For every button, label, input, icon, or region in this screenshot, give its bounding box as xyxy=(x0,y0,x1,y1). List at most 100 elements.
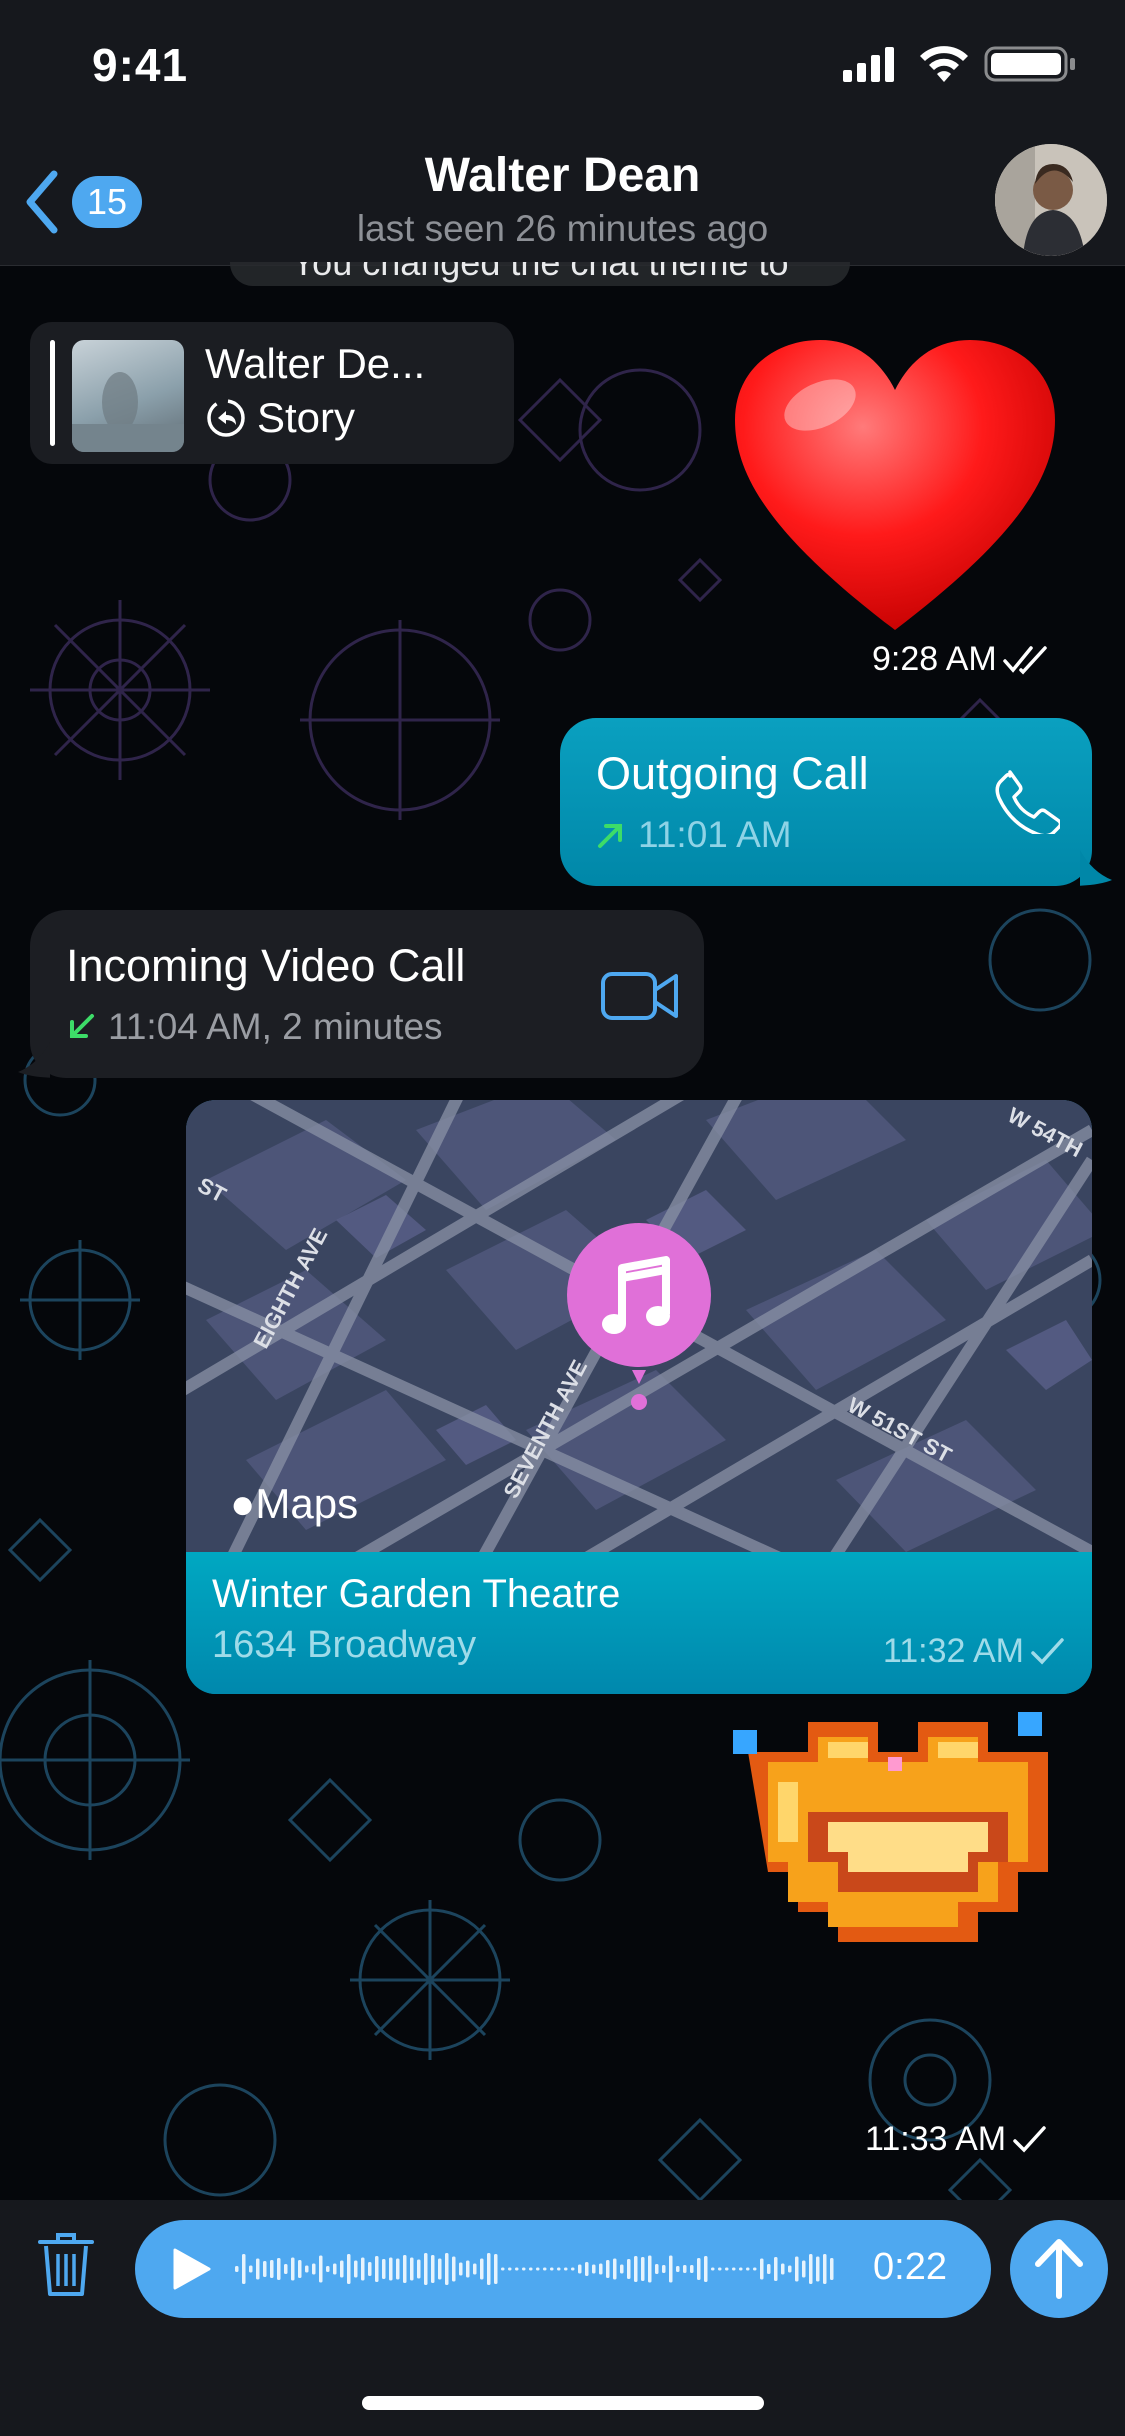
maps-brand-text: Maps xyxy=(255,1480,359,1527)
send-button[interactable] xyxy=(1010,2220,1108,2318)
location-info: Winter Garden Theatre 1634 Broadway 11:3… xyxy=(186,1552,1092,1694)
waveform-bar xyxy=(830,2258,834,2280)
waveform-bar xyxy=(697,2258,701,2280)
waveform-bar xyxy=(312,2263,316,2275)
waveform-bar xyxy=(641,2257,645,2281)
waveform-bar xyxy=(277,2258,281,2280)
waveform-bar xyxy=(473,2263,477,2275)
waveform-bar xyxy=(578,2264,582,2274)
waveform-bar xyxy=(480,2258,484,2280)
home-indicator xyxy=(362,2396,764,2410)
cellular-signal-icon xyxy=(843,47,894,82)
video-camera-icon[interactable] xyxy=(600,968,680,1024)
heart-timestamp: 9:28 AM xyxy=(872,640,1051,679)
service-message-text: You changed the chat theme to xyxy=(230,262,850,286)
chat-header: 15 Walter Dean last seen 26 minutes ago xyxy=(0,130,1125,266)
waveform-bar xyxy=(711,2267,715,2271)
outgoing-call-title: Outgoing Call xyxy=(596,748,869,799)
incoming-video-call-bubble[interactable]: Incoming Video Call 11:04 AM, 2 minutes xyxy=(30,910,704,1078)
story-label: Story xyxy=(205,394,355,442)
status-icons xyxy=(843,46,1075,82)
voice-message-preview: 0:22 xyxy=(135,2220,991,2318)
pixel-smile-sticker[interactable] xyxy=(728,1692,1072,1984)
play-icon[interactable] xyxy=(169,2246,213,2292)
reply-bar xyxy=(50,340,55,446)
waveform-bar xyxy=(648,2255,652,2283)
waveform-bar xyxy=(333,2263,337,2275)
maps-brand: ●Maps xyxy=(230,1480,358,1528)
waveform-bar xyxy=(634,2256,638,2282)
waveform-bar xyxy=(284,2264,288,2274)
waveform-bar xyxy=(417,2259,421,2279)
venue-address: 1634 Broadway xyxy=(212,1624,477,1666)
waveform-bar xyxy=(760,2258,764,2280)
waveform-bar xyxy=(585,2262,589,2276)
trash-icon[interactable] xyxy=(36,2230,96,2300)
sticker-timestamp: 11:33 AM xyxy=(865,2120,1048,2159)
incoming-bubble-tail xyxy=(18,1042,50,1078)
outgoing-call-bubble[interactable]: Outgoing Call 11:01 AM xyxy=(560,718,1092,886)
waveform-bar xyxy=(606,2260,610,2278)
waveform-bar xyxy=(249,2265,253,2273)
waveform-bar xyxy=(725,2267,729,2271)
voice-waveform[interactable] xyxy=(235,2242,835,2296)
waveform-bar xyxy=(382,2259,386,2279)
incoming-call-detail: 11:04 AM, 2 minutes xyxy=(108,1006,443,1047)
phone-icon[interactable] xyxy=(992,766,1060,834)
waveform-bar xyxy=(522,2267,526,2271)
story-thumbnail xyxy=(72,340,184,452)
waveform-bar xyxy=(256,2258,260,2280)
map-preview[interactable]: EIGHTH AVE SEVENTH AVE W 51ST ST W 54TH … xyxy=(186,1100,1092,1552)
status-time: 9:41 xyxy=(92,39,189,91)
music-note-icon[interactable] xyxy=(564,1220,714,1410)
waveform-bar xyxy=(508,2267,512,2271)
waveform-bar xyxy=(718,2267,722,2271)
waveform-bar xyxy=(326,2266,330,2272)
waveform-bar xyxy=(298,2260,302,2278)
waveform-bar xyxy=(242,2254,246,2284)
contact-avatar[interactable] xyxy=(995,144,1107,256)
waveform-bar xyxy=(466,2260,470,2278)
location-message-bubble[interactable]: EIGHTH AVE SEVENTH AVE W 51ST ST W 54TH … xyxy=(186,1100,1092,1694)
waveform-bar xyxy=(263,2261,267,2277)
double-check-icon xyxy=(1003,645,1047,675)
story-author: Walter De... xyxy=(205,340,426,387)
waveform-bar xyxy=(802,2260,806,2278)
waveform-bar xyxy=(704,2256,708,2282)
waveform-bar xyxy=(655,2264,659,2274)
waveform-bar xyxy=(669,2255,673,2283)
waveform-bar xyxy=(774,2257,778,2281)
waveform-bar xyxy=(424,2253,428,2285)
chat-screen: 9:41 15 Walter Dean last seen 26 minutes… xyxy=(0,0,1125,2436)
apple-logo-icon: ● xyxy=(230,1480,256,1527)
sticker-time: 11:33 AM xyxy=(865,2120,1007,2158)
waveform-bar xyxy=(788,2265,792,2273)
waveform-bar xyxy=(809,2254,813,2284)
reply-story-icon xyxy=(207,399,245,437)
waveform-bar xyxy=(452,2256,456,2282)
waveform-bar xyxy=(753,2267,757,2271)
waveform-bar xyxy=(529,2267,533,2271)
arrow-down-left-icon xyxy=(70,1014,94,1038)
waveform-bar xyxy=(235,2266,239,2272)
waveform-bar xyxy=(683,2265,687,2273)
avatar-photo xyxy=(995,144,1107,256)
waveform-bar xyxy=(564,2267,568,2271)
chat-title[interactable]: Walter Dean xyxy=(0,148,1125,203)
waveform-bar xyxy=(270,2260,274,2278)
waveform-bar xyxy=(676,2266,680,2272)
status-bar: 9:41 xyxy=(0,0,1125,130)
waveform-bar xyxy=(515,2267,519,2271)
waveform-bar xyxy=(550,2267,554,2271)
waveform-bar xyxy=(396,2258,400,2280)
waveform-bar xyxy=(599,2263,603,2275)
waveform-bar xyxy=(739,2267,743,2271)
waveform-bar xyxy=(816,2256,820,2282)
waveform-bar xyxy=(746,2267,750,2271)
waveform-bar xyxy=(620,2264,624,2274)
check-icon xyxy=(1013,2125,1046,2153)
waveform-bar xyxy=(767,2264,771,2274)
waveform-bar xyxy=(732,2267,736,2271)
heart-emoji-sticker[interactable] xyxy=(730,335,1060,635)
story-reply-bubble[interactable]: Walter De... Story xyxy=(30,322,514,464)
